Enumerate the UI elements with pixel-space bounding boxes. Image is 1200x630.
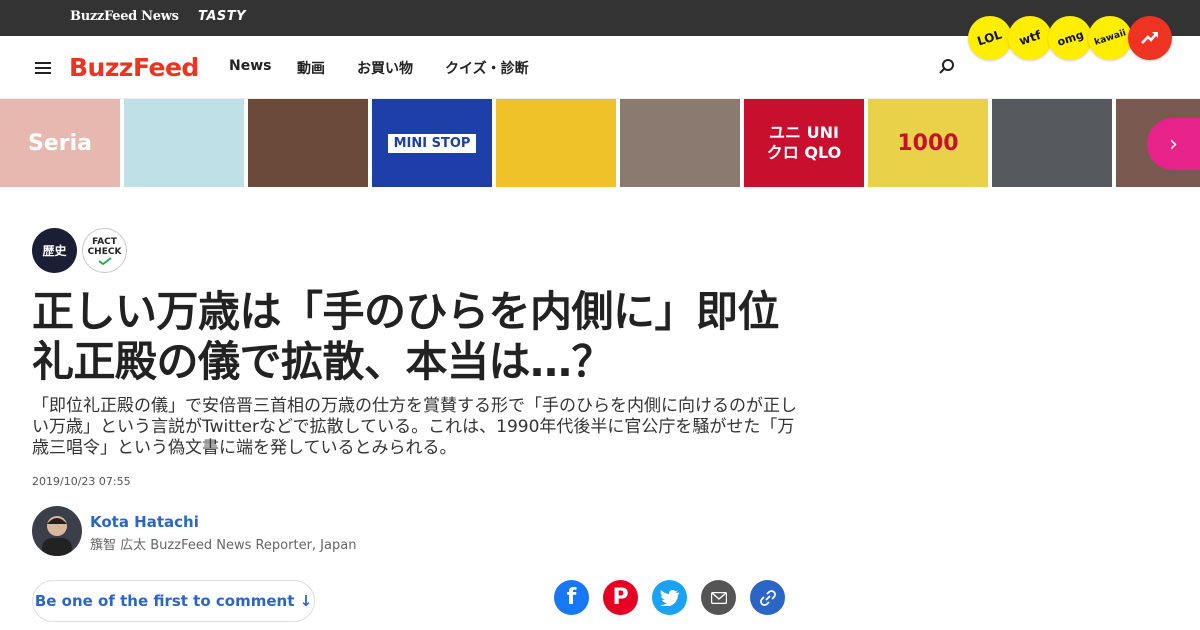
main-nav: BuzzFeed News 動画 お買い物 クイズ・診断	[0, 36, 1200, 99]
pinterest-share-icon[interactable]: P	[603, 580, 638, 615]
trending-thumb[interactable]	[248, 99, 368, 187]
trending-thumb[interactable]: MINI STOP	[372, 99, 492, 187]
facebook-share-icon[interactable]: f	[554, 580, 589, 615]
check-icon	[97, 256, 112, 265]
publish-date: 2019/10/23 07:55	[32, 475, 131, 488]
nav-link-shopping[interactable]: お買い物	[357, 58, 413, 78]
tasty-link[interactable]: TASTY	[198, 9, 246, 24]
trending-thumb[interactable]: ユニ UNI クロ QLO	[744, 99, 864, 187]
email-share-icon[interactable]	[701, 580, 736, 615]
article-description: 「即位礼正殿の儀」で安倍晋三首相の万歳の仕方を賞賛する形で「手のひらを内側に向け…	[32, 396, 797, 458]
nav-link-quiz[interactable]: クイズ・診断	[445, 58, 529, 78]
twitter-share-icon[interactable]	[652, 580, 687, 615]
buzzfeed-logo[interactable]: BuzzFeed	[69, 53, 199, 82]
nav-link-video[interactable]: 動画	[297, 58, 325, 78]
author-title: 籏智 広太 BuzzFeed News Reporter, Japan	[90, 538, 357, 553]
chevron-right-icon[interactable]: ›	[1147, 118, 1200, 170]
trending-strip: Seria MINI STOP ユニ UNI クロ QLO 1000	[0, 99, 1200, 187]
trending-thumb[interactable]: Seria	[0, 99, 120, 187]
trending-thumb[interactable]	[124, 99, 244, 187]
article-title: 正しい万歳は「手のひらを内側に」即位礼正殿の儀で拡散、本当は…？	[32, 287, 780, 386]
author-name[interactable]: Kota Hatachi	[90, 513, 199, 531]
category-badge[interactable]: 歴史	[32, 228, 77, 273]
comment-button[interactable]: Be one of the first to comment ↓	[32, 580, 315, 622]
nav-link-news[interactable]: News	[229, 58, 271, 74]
trending-thumb[interactable]	[496, 99, 616, 187]
buzzfeed-news-link[interactable]: BuzzFeed News	[70, 9, 179, 24]
search-icon[interactable]	[938, 58, 956, 76]
trending-thumb[interactable]: 1000	[868, 99, 988, 187]
copy-link-icon[interactable]	[750, 580, 785, 615]
fact-check-badge: FACT CHECK	[82, 228, 127, 273]
trending-thumb[interactable]	[992, 99, 1112, 187]
menu-icon[interactable]	[35, 62, 51, 74]
trending-thumb[interactable]	[620, 99, 740, 187]
author-avatar[interactable]	[32, 506, 82, 556]
